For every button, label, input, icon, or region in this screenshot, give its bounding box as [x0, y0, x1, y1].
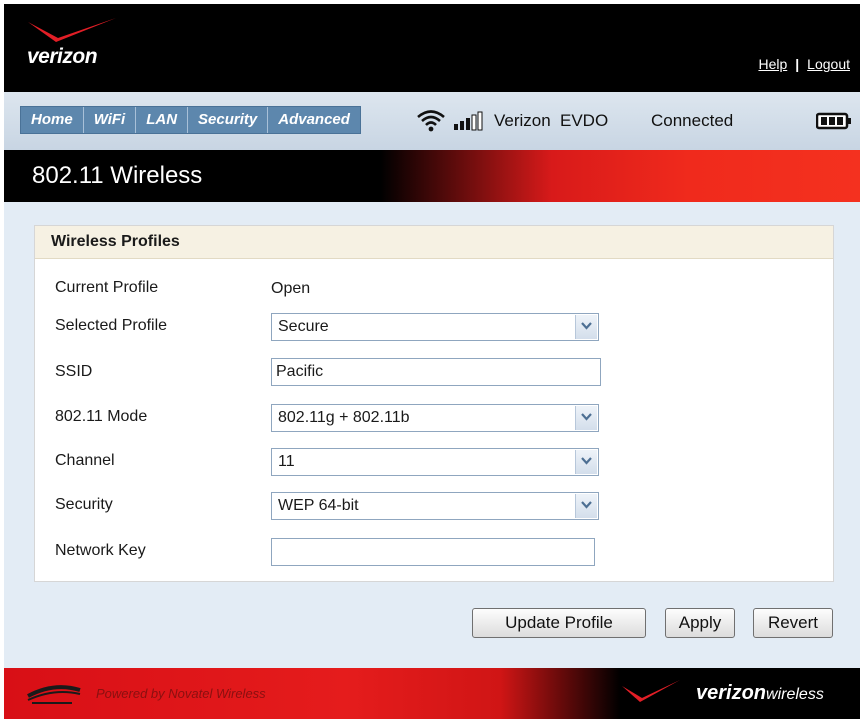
battery-icon [816, 112, 851, 130]
selected-profile-select[interactable]: Secure [271, 313, 599, 341]
tab-home[interactable]: Home [21, 107, 84, 133]
chevron-down-icon[interactable] [575, 406, 597, 430]
channel-value: 11 [278, 453, 295, 470]
mode-label: 802.11 Mode [55, 408, 148, 425]
tab-security[interactable]: Security [188, 107, 269, 133]
chevron-down-icon[interactable] [575, 450, 597, 474]
security-select[interactable]: WEP 64-bit [271, 492, 599, 520]
header-links: Help | Logout [758, 56, 850, 72]
current-profile-label: Current Profile [55, 279, 159, 296]
ssid-label: SSID [55, 363, 93, 380]
brand-suffix: wireless [766, 686, 824, 703]
logout-link[interactable]: Logout [807, 56, 850, 72]
ssid-input[interactable]: Pacific [271, 358, 601, 386]
mode-select[interactable]: 802.11g + 802.11b [271, 404, 599, 432]
wifi-icon [417, 110, 445, 132]
network-key-label: Network Key [55, 542, 146, 559]
network-key-input[interactable] [271, 538, 595, 566]
header-bar: verizon Help | Logout [4, 4, 860, 92]
tab-advanced[interactable]: Advanced [268, 107, 360, 133]
verizon-checkmark-icon [622, 680, 680, 702]
powered-by-text: Powered by Novatel Wireless [96, 686, 266, 701]
selected-profile-value: Secure [278, 318, 329, 335]
tab-wifi[interactable]: WiFi [84, 107, 137, 133]
channel-label: Channel [55, 452, 115, 469]
link-separator: | [795, 56, 800, 72]
tab-lan[interactable]: LAN [136, 107, 189, 133]
brand-bold: verizon [696, 682, 767, 704]
channel-select[interactable]: 11 [271, 448, 599, 476]
nav-bar: Home WiFi LAN Security Advanced Verizon … [4, 92, 860, 150]
network-name: Verizon [494, 111, 551, 130]
selected-profile-label: Selected Profile [55, 317, 168, 334]
network-type: EVDO [560, 111, 609, 130]
signal-strength-icon [454, 111, 483, 131]
verizon-wireless-logo: verizonwireless [618, 676, 848, 712]
chevron-down-icon[interactable] [575, 494, 597, 518]
page-title: 802.11 Wireless [32, 162, 203, 189]
router-admin-window: verizon Help | Logout Home WiFi LAN Securi… [4, 4, 860, 719]
help-link[interactable]: Help [758, 56, 787, 72]
revert-button[interactable]: Revert [753, 608, 833, 638]
page-title-bar: 802.11 Wireless [4, 150, 860, 202]
panel-heading: Wireless Profiles [51, 233, 180, 250]
mode-value: 802.11g + 802.11b [278, 409, 410, 426]
main-tabs: Home WiFi LAN Security Advanced [20, 106, 361, 134]
novatel-logo [27, 685, 81, 704]
verizon-logo: verizon [26, 16, 146, 76]
update-profile-button[interactable]: Update Profile [472, 608, 646, 638]
current-profile-value: Open [271, 280, 311, 297]
panel-header: Wireless Profiles [35, 226, 833, 259]
wireless-profiles-panel: Wireless Profiles Current Profile Open S… [34, 225, 834, 582]
brand-text: verizon [27, 45, 98, 68]
security-value: WEP 64-bit [278, 497, 359, 514]
footer-bar: Powered by Novatel Wireless verizonwirel… [4, 668, 860, 719]
apply-button[interactable]: Apply [665, 608, 735, 638]
verizon-wireless-brand: verizonwireless [696, 682, 824, 705]
chevron-down-icon[interactable] [575, 315, 597, 339]
connection-status: Connected [651, 111, 734, 130]
security-label: Security [55, 496, 113, 513]
